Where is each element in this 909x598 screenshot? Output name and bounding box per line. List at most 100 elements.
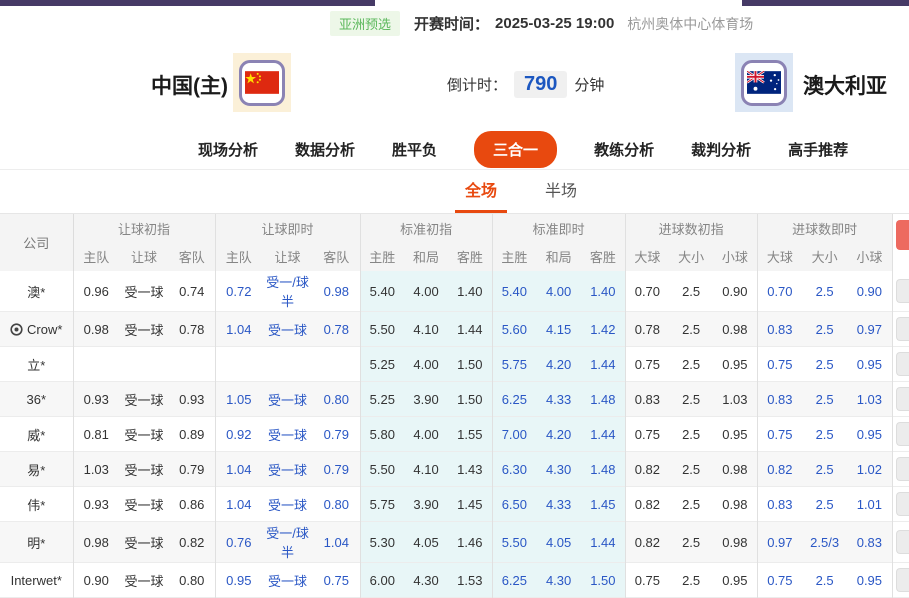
odds-cell-std_init-2: 1.44	[448, 312, 492, 347]
company-name[interactable]: 澳*	[0, 271, 73, 312]
odds-cell-handicap_live-0	[215, 347, 262, 382]
sub-header-3-2: 客胜	[581, 242, 625, 271]
odds-cell-goals_live-2: 0.83	[847, 522, 892, 563]
odds-table-body: 澳*0.96受一球0.740.72受一/球半0.985.404.001.405.…	[0, 271, 909, 598]
odds-cell-goals_live-0: 0.75	[757, 347, 802, 382]
cutoff-cell	[892, 563, 909, 598]
row-action-pill[interactable]	[896, 457, 909, 481]
odds-cell-std_init-0: 6.00	[360, 563, 404, 598]
odds-cell-std_init-0: 5.50	[360, 452, 404, 487]
sub-header-5-0: 大球	[757, 242, 802, 271]
company-name[interactable]: 伟*	[0, 487, 73, 522]
odds-cell-handicap_init-0: 0.90	[73, 563, 119, 598]
odds-cell-goals_live-1: 2.5	[802, 382, 847, 417]
odds-cell-goals_live-1: 2.5	[802, 312, 847, 347]
tab-referee-analysis[interactable]: 裁判分析	[691, 139, 751, 160]
sub-header-0-2: 客队	[169, 242, 215, 271]
group-header-1: 让球即时	[215, 214, 360, 242]
odds-cell-handicap_init-0: 0.98	[73, 312, 119, 347]
odds-cell-handicap_init-2	[169, 347, 215, 382]
odds-cell-goals_live-1: 2.5	[802, 347, 847, 382]
company-name[interactable]: 威*	[0, 417, 73, 452]
row-action-pill[interactable]	[896, 422, 909, 446]
odds-cell-goals_init-2: 0.95	[713, 417, 757, 452]
odds-cell-handicap_live-2: 0.75	[313, 563, 360, 598]
odds-cell-goals_init-0: 0.75	[625, 417, 669, 452]
tab-expert-picks[interactable]: 高手推荐	[788, 139, 848, 160]
main-nav: 现场分析 数据分析 胜平负 三合一 教练分析 裁判分析 高手推荐	[0, 130, 909, 170]
tab-full-match[interactable]: 全场	[455, 177, 507, 213]
tab-three-in-one[interactable]: 三合一	[474, 131, 557, 168]
row-action-pill[interactable]	[896, 387, 909, 411]
odds-row-6: 伟*0.93受一球0.861.04受一球0.805.753.901.456.50…	[0, 487, 909, 522]
odds-cell-std_init-0: 5.75	[360, 487, 404, 522]
odds-cell-goals_live-2: 1.01	[847, 487, 892, 522]
tab-win-draw-lose[interactable]: 胜平负	[392, 139, 437, 160]
tab-half-match[interactable]: 半场	[535, 177, 587, 213]
odds-cell-handicap_init-1: 受一球	[119, 271, 169, 312]
row-action-pill[interactable]	[896, 279, 909, 303]
league-badge: 亚洲预选	[330, 11, 400, 36]
odds-cell-handicap_init-0: 1.03	[73, 452, 119, 487]
odds-cell-goals_live-1: 2.5	[802, 452, 847, 487]
odds-cell-handicap_init-1: 受一球	[119, 382, 169, 417]
row-action-pill[interactable]	[896, 530, 909, 554]
odds-table: 公司让球初指让球即时标准初指标准即时进球数初指进球数即时主队让球客队主队让球客队…	[0, 214, 909, 598]
odds-cell-goals_live-2: 1.02	[847, 452, 892, 487]
row-action-pill[interactable]	[896, 317, 909, 341]
countdown: 倒计时： 790 分钟	[447, 71, 604, 98]
cutoff-red-pill[interactable]	[896, 220, 909, 250]
odds-cell-std_init-1: 4.00	[404, 347, 448, 382]
odds-cell-goals_init-0: 0.82	[625, 452, 669, 487]
match-info-row: 亚洲预选 开赛时间： 2025-03-25 19:00 杭州奥体中心体育场	[0, 11, 909, 36]
tab-live-analysis[interactable]: 现场分析	[198, 139, 258, 160]
odds-cell-handicap_init-1: 受一球	[119, 522, 169, 563]
sub-header-0-1: 让球	[119, 242, 169, 271]
odds-cell-goals_init-1: 2.5	[669, 312, 713, 347]
odds-cell-std_init-0: 5.25	[360, 382, 404, 417]
tab-data-analysis[interactable]: 数据分析	[295, 139, 355, 160]
odds-cell-goals_init-1: 2.5	[669, 382, 713, 417]
company-logo-icon	[10, 323, 23, 336]
odds-cell-handicap_init-2: 0.89	[169, 417, 215, 452]
company-name[interactable]: 易*	[0, 452, 73, 487]
odds-cell-handicap_init-1	[119, 347, 169, 382]
odds-cell-handicap_live-1	[262, 347, 313, 382]
sub-header-1-1: 让球	[262, 242, 313, 271]
odds-cell-goals_init-2: 0.98	[713, 522, 757, 563]
company-name[interactable]: Crow*	[0, 312, 73, 347]
odds-cell-handicap_init-1: 受一球	[119, 417, 169, 452]
odds-cell-goals_init-0: 0.82	[625, 522, 669, 563]
odds-cell-handicap_init-2: 0.82	[169, 522, 215, 563]
odds-cell-handicap_live-0: 0.76	[215, 522, 262, 563]
odds-row-3: 36*0.93受一球0.931.05受一球0.805.253.901.506.2…	[0, 382, 909, 417]
odds-cell-std_init-2: 1.40	[448, 271, 492, 312]
odds-cell-handicap_init-0	[73, 347, 119, 382]
cutoff-cell	[892, 452, 909, 487]
company-name[interactable]: 立*	[0, 347, 73, 382]
odds-cell-goals_init-1: 2.5	[669, 452, 713, 487]
odds-cell-handicap_live-0: 1.04	[215, 452, 262, 487]
odds-cell-std_live-1: 4.33	[536, 382, 581, 417]
odds-cell-std_init-2: 1.53	[448, 563, 492, 598]
odds-cell-handicap_live-2: 0.79	[313, 417, 360, 452]
row-action-pill[interactable]	[896, 492, 909, 516]
odds-cell-std_live-1: 4.30	[536, 452, 581, 487]
odds-cell-goals_live-1: 2.5	[802, 417, 847, 452]
company-name[interactable]: 明*	[0, 522, 73, 563]
row-action-pill[interactable]	[896, 568, 909, 592]
odds-cell-goals_init-1: 2.5	[669, 563, 713, 598]
odds-cell-std_init-2: 1.45	[448, 487, 492, 522]
odds-cell-std_init-1: 4.00	[404, 417, 448, 452]
company-name[interactable]: Interwet*	[0, 563, 73, 598]
row-action-pill[interactable]	[896, 352, 909, 376]
top-accent-bar-left	[0, 0, 375, 6]
tab-coach-analysis[interactable]: 教练分析	[594, 139, 654, 160]
odds-cell-goals_live-1: 2.5	[802, 487, 847, 522]
sub-header-0-0: 主队	[73, 242, 119, 271]
odds-cell-std_live-2: 1.48	[581, 382, 625, 417]
odds-cell-std_init-2: 1.50	[448, 382, 492, 417]
company-name[interactable]: 36*	[0, 382, 73, 417]
odds-cell-handicap_init-0: 0.81	[73, 417, 119, 452]
away-flag-panel	[735, 53, 793, 112]
